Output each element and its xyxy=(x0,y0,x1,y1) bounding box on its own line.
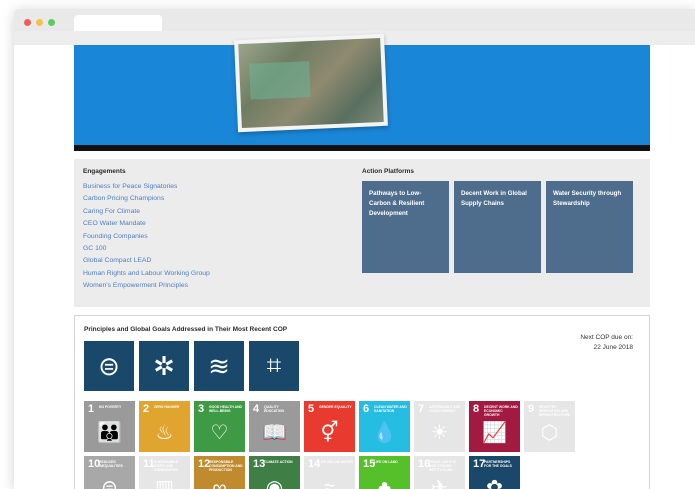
equals-icon: ⊜ xyxy=(101,477,118,489)
close-window-icon[interactable] xyxy=(24,19,31,26)
maximize-window-icon[interactable] xyxy=(48,19,55,26)
sdg-number: 4 xyxy=(253,403,260,415)
sdg-number: 11 xyxy=(143,458,155,470)
action-platform-card[interactable]: Water Security through Stewardship xyxy=(546,181,633,273)
next-cop-info: Next COP due on: 22 June 2018 xyxy=(580,333,633,353)
engagement-link[interactable]: Caring For Climate xyxy=(83,206,210,218)
fish-icon: ≈ xyxy=(324,477,335,489)
sdg-tile-1: 1 No poverty 👪 xyxy=(84,401,135,452)
engagements-section: Engagements Business for Peace Signatori… xyxy=(74,159,650,307)
goals-section: Principles and Global Goals Addressed in… xyxy=(74,315,650,489)
engagement-link[interactable]: Business for Peace Signatories xyxy=(83,181,210,193)
sdg-label: Reduced inequalities xyxy=(99,460,123,469)
tree-icon: ♣ xyxy=(377,477,392,489)
sdg-label: Life on land xyxy=(374,460,398,464)
next-cop-label: Next COP due on: xyxy=(580,334,633,341)
sdg-label: Climate action xyxy=(264,460,293,464)
sdg-label: Sustainable cities and communities xyxy=(154,460,179,473)
sdg-tile-13: 13 Climate action ◉ xyxy=(249,456,300,489)
sdg-tile-14: 14 Life below water ≈ xyxy=(304,456,355,489)
engagement-link[interactable]: Human Rights and Labour Working Group xyxy=(83,268,210,280)
engagements-heading: Engagements xyxy=(83,168,126,175)
sdg-tile-3: 3 Good health and well-being ♡ xyxy=(194,401,245,452)
sdg-tile-6: 6 Clean water and sanitation 💧 xyxy=(359,401,410,452)
rings-icon: ✿ xyxy=(486,477,503,489)
goals-heading: Principles and Global Goals Addressed in… xyxy=(84,326,288,333)
engagement-link[interactable]: Founding Companies xyxy=(83,231,210,243)
sdg-tile-11: 11 Sustainable cities and communities ▥ xyxy=(139,456,190,489)
sdg-label: Responsible consumption and production xyxy=(209,460,243,473)
sdg-tile-12: 12 Responsible consumption and production… xyxy=(194,456,245,489)
engagement-link[interactable]: Global Compact LEAD xyxy=(83,255,210,267)
sdg-number: 3 xyxy=(198,403,205,415)
engagement-link[interactable]: Carbon Pricing Champions xyxy=(83,193,210,205)
sdg-label: Quality education xyxy=(264,405,284,414)
engagements-list: Business for Peace Signatories Carbon Pr… xyxy=(83,181,210,293)
equality-icon: ⊜ xyxy=(84,341,134,391)
water-drop-icon: 💧 xyxy=(372,422,397,444)
sdg-label: No poverty xyxy=(99,405,122,409)
waves-icon: ≋ xyxy=(194,341,244,391)
sdg-label: Gender equality xyxy=(319,405,352,409)
hero-banner xyxy=(74,33,650,145)
sdg-label: Peace justice and strong institutions xyxy=(429,460,456,473)
sdg-label: Affordable and clean energy xyxy=(429,405,461,414)
family-icon: 👪 xyxy=(97,422,122,444)
cubes-icon: ⬡ xyxy=(540,422,559,444)
sdg-tile-4: 4 Quality education 📖 xyxy=(249,401,300,452)
sdg-number: 8 xyxy=(473,403,480,415)
bowl-icon: ♨ xyxy=(155,422,174,444)
sdg-tile-8: 8 Decent work and economic growth 📈 xyxy=(469,401,520,452)
sdg-tile-5: 5 Gender equality ⚥ xyxy=(304,401,355,452)
sdg-tile-2: 2 Zero hunger ♨ xyxy=(139,401,190,452)
next-cop-date: 22 June 2018 xyxy=(593,344,633,351)
city-icon: ▥ xyxy=(155,477,174,489)
growth-chart-icon: 📈 xyxy=(482,422,507,444)
engagement-link[interactable]: Women's Empowerment Principles xyxy=(83,280,210,292)
sdg-number: 9 xyxy=(528,403,535,415)
browser-window: Engagements Business for Peace Signatori… xyxy=(14,9,695,489)
action-platforms-heading: Action Platforms xyxy=(362,168,415,175)
sdg-number: 2 xyxy=(143,403,150,415)
sdg-label: Partnerships for the goals xyxy=(484,460,512,469)
sdg-label: Zero hunger xyxy=(154,405,180,409)
sdg-number: 5 xyxy=(308,403,315,415)
crop-icon: ⌗ xyxy=(249,341,299,391)
hero-divider xyxy=(74,145,650,151)
action-platform-card[interactable]: Pathways to Low-Carbon & Resilient Devel… xyxy=(362,181,449,273)
sdg-tile-10: 10 Reduced inequalities ⊜ xyxy=(84,456,135,489)
sdg-tile-16: 16 Peace justice and strong institutions ✈ xyxy=(414,456,465,489)
eye-globe-icon: ◉ xyxy=(265,477,284,489)
engagement-link[interactable]: GC 100 xyxy=(83,243,210,255)
sdg-number: 6 xyxy=(363,403,370,415)
compass-icon: ✲ xyxy=(139,341,189,391)
sdg-tile-15: 15 Life on land ♣ xyxy=(359,456,410,489)
sdg-tile-7: 7 Affordable and clean energy ☀ xyxy=(414,401,465,452)
heartbeat-icon: ♡ xyxy=(210,422,229,444)
dove-icon: ✈ xyxy=(431,477,448,489)
infinity-icon: ∞ xyxy=(212,477,227,489)
gender-icon: ⚥ xyxy=(320,422,339,444)
sdg-tile-9: 9 Industry innovation and infrastructure ⬡ xyxy=(524,401,575,452)
sdg-number: 7 xyxy=(418,403,425,415)
engagement-link[interactable]: CEO Water Mandate xyxy=(83,218,210,230)
page-content: Engagements Business for Peace Signatori… xyxy=(14,33,695,489)
action-platform-card[interactable]: Decent Work in Global Supply Chains xyxy=(454,181,541,273)
sdg-number: 1 xyxy=(88,403,95,415)
sdg-label: Clean water and sanitation xyxy=(374,405,407,414)
book-icon: 📖 xyxy=(262,422,287,444)
minimize-window-icon[interactable] xyxy=(36,19,43,26)
sdg-label: Industry innovation and infrastructure xyxy=(539,405,571,418)
sdg-tile-17: 17 Partnerships for the goals ✿ xyxy=(469,456,520,489)
sun-icon: ☀ xyxy=(430,422,449,444)
sdg-label: Good health and well-being xyxy=(209,405,242,414)
sdg-label: Life below water xyxy=(319,460,353,464)
sdg-label: Decent work and economic growth xyxy=(484,405,518,418)
hero-photo xyxy=(234,33,388,133)
